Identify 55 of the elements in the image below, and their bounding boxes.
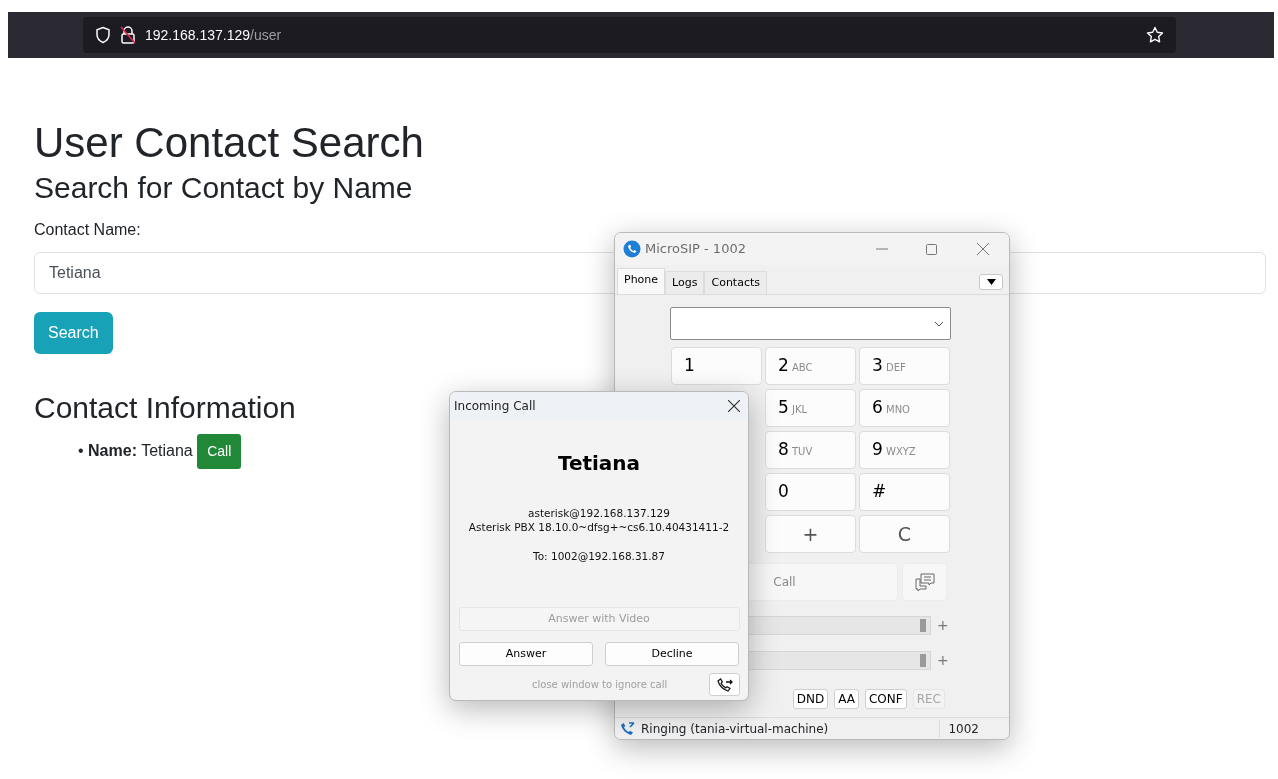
tab[interactable]: Contacts <box>704 270 767 294</box>
insecure-lock-icon <box>119 25 137 45</box>
section-heading: Contact Information <box>34 390 296 427</box>
dialog-title: Incoming Call <box>454 398 536 415</box>
account-number: 1002 <box>939 719 987 738</box>
caller-info-text: asterisk@192.168.137.129 <box>527 506 671 520</box>
toggle-button[interactable]: CONF <box>865 689 907 709</box>
dropdown-button[interactable] <box>979 274 1003 290</box>
app-logo-icon <box>623 240 641 258</box>
chevron-down-icon <box>934 320 944 327</box>
caller-name: Tetiana <box>556 450 642 477</box>
keypad-key[interactable]: C <box>859 515 950 553</box>
tab[interactable]: Phone <box>617 267 666 294</box>
keypad-key[interactable]: 6 MNO <box>859 389 950 427</box>
keypad-key[interactable]: 2 ABC <box>765 347 856 385</box>
keypad-key[interactable]: 5 JKL <box>765 389 856 427</box>
keypad-key[interactable]: # <box>859 473 950 511</box>
bookmark-star-icon[interactable] <box>1146 26 1164 44</box>
phone-forward-icon <box>715 676 734 693</box>
keypad-key[interactable]: 8 TUV <box>765 431 856 469</box>
keypad-key[interactable]: 1 <box>671 347 762 385</box>
keypad-key[interactable]: 9 WXYZ <box>859 431 950 469</box>
dialog-button[interactable]: Decline <box>605 642 739 666</box>
dropdown-triangle-icon <box>986 279 996 285</box>
call-button[interactable]: Call <box>197 434 242 470</box>
keypad-key[interactable]: 3 DEF <box>859 347 950 385</box>
section-heading: Search for Contact by Name <box>34 170 413 207</box>
url-text: 192.168.137.129/user <box>145 25 282 45</box>
ringing-phone-icon <box>619 720 637 737</box>
contact-name-text: Name: Tetiana <box>88 442 193 460</box>
caller-info-text: Asterisk PBX 18.10.0~dfsg+~cs6.10.40431411-2 <box>467 520 731 534</box>
close-icon[interactable] <box>728 400 740 412</box>
slider-thumb[interactable] <box>920 619 926 632</box>
toggle-button[interactable]: AA <box>834 689 859 709</box>
field-label: Contact Name: <box>34 220 142 241</box>
status-text: Ringing (tania-virtual-machine) <box>641 720 829 738</box>
call-recipient-text: To: 1002@192.168.31.87 <box>532 549 666 563</box>
plus-sign[interactable]: + <box>937 650 949 671</box>
forward-call-button[interactable] <box>709 673 740 696</box>
message-button[interactable] <box>902 563 947 601</box>
toggle-button[interactable]: DND <box>792 689 829 709</box>
slider-thumb[interactable] <box>920 654 926 667</box>
page-title: User Contact Search <box>34 118 424 168</box>
address-bar[interactable]: 192.168.137.129/user <box>83 17 1176 53</box>
keypad-key[interactable]: + <box>765 515 856 553</box>
hint-text: close window to ignore call <box>532 678 668 692</box>
dialog-button[interactable]: Answer <box>459 642 593 666</box>
tab[interactable]: Logs <box>665 270 705 294</box>
shield-icon <box>95 26 111 44</box>
bullet: • <box>78 442 84 460</box>
chat-bubbles-icon <box>914 573 935 591</box>
keypad-key[interactable]: 0 <box>765 473 856 511</box>
dial-number-field[interactable] <box>670 307 951 340</box>
maximize-icon[interactable] <box>926 243 937 255</box>
plus-sign[interactable]: + <box>937 615 949 636</box>
